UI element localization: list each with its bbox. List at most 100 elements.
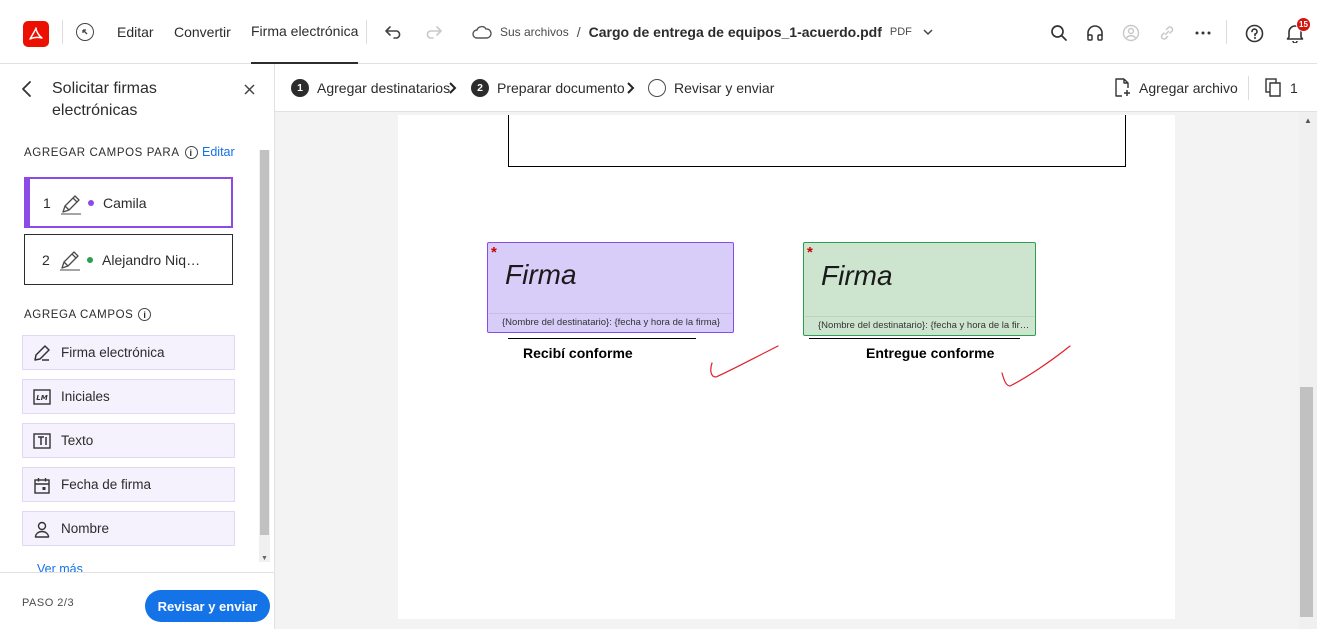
- calendar-icon: [33, 476, 51, 494]
- headphones-icon[interactable]: [1084, 22, 1106, 44]
- field-iniciales[interactable]: LM Iniciales: [22, 379, 235, 414]
- field-label: Firma electrónica: [61, 345, 165, 360]
- step-number: 2: [471, 79, 489, 97]
- svg-text:LM: LM: [36, 394, 47, 402]
- recipient-name: Camila: [103, 194, 147, 211]
- scrollbar-thumb[interactable]: [260, 150, 269, 535]
- review-and-send-button[interactable]: Revisar y enviar: [145, 590, 270, 622]
- notifications-badge: 15: [1296, 17, 1311, 32]
- step-preparar-documento[interactable]: 2 Preparar documento: [471, 78, 625, 98]
- step-revisar-y-enviar[interactable]: Revisar y enviar: [648, 78, 774, 98]
- step-label: Revisar y enviar: [674, 80, 775, 96]
- redo-icon[interactable]: [422, 22, 444, 42]
- history-icon[interactable]: [76, 23, 94, 41]
- required-asterisk: *: [807, 244, 813, 261]
- scrollbar-thumb[interactable]: [1300, 387, 1313, 617]
- acrobat-logo-icon[interactable]: [23, 21, 49, 47]
- signature-line: [809, 338, 1020, 339]
- edit-recipients-link[interactable]: Editar: [202, 145, 235, 159]
- checkmark-icon: [1001, 345, 1071, 387]
- recipient-color-dot: [87, 256, 93, 263]
- caption-recibi-conforme: Recibí conforme: [523, 345, 633, 361]
- add-file-label: Agregar archivo: [1139, 79, 1238, 96]
- file-breadcrumb: Sus archivos / Cargo de entrega de equip…: [472, 22, 934, 42]
- section-label-text: AGREGA CAMPOS: [24, 308, 134, 321]
- step-label: Preparar documento: [497, 80, 625, 96]
- recipient-item-2[interactable]: 2 Alejandro Niquén: [24, 234, 233, 285]
- more-options-icon[interactable]: [1192, 22, 1214, 44]
- chevron-down-icon[interactable]: [922, 28, 934, 36]
- close-icon[interactable]: [244, 82, 255, 100]
- search-icon[interactable]: [1048, 22, 1070, 44]
- field-firma-electronica[interactable]: Firma electrónica: [22, 335, 235, 370]
- signature-line: [508, 338, 696, 339]
- step-number: 1: [291, 79, 309, 97]
- page-count-button[interactable]: 1: [1265, 78, 1298, 97]
- back-chevron-icon[interactable]: [20, 80, 34, 103]
- document-scrollbar[interactable]: ▲: [1299, 112, 1317, 629]
- signature-field-label: Firma: [821, 260, 893, 291]
- field-fecha-de-firma[interactable]: Fecha de firma: [22, 467, 235, 502]
- breadcrumb-separator: /: [576, 24, 581, 40]
- add-user-icon[interactable]: [1120, 22, 1142, 44]
- breadcrumb-root[interactable]: Sus archivos: [500, 25, 569, 39]
- steps-bar: 1 Agregar destinatarios 2 Preparar docum…: [275, 64, 1317, 112]
- nav-firma-electronica[interactable]: Firma electrónica: [251, 0, 359, 64]
- nav-editar[interactable]: Editar: [117, 0, 154, 64]
- signature-field-camila[interactable]: * Firma {Nombre del destinatario}: {fech…: [487, 242, 734, 333]
- document-page[interactable]: * Firma {Nombre del destinatario}: {fech…: [398, 115, 1175, 619]
- toolbar-divider: [1248, 76, 1249, 100]
- caption-entregue-conforme: Entregue conforme: [866, 345, 995, 361]
- toolbar-divider: [62, 20, 63, 44]
- recipient-name: Alejandro Niquén: [102, 251, 207, 268]
- info-icon[interactable]: i: [184, 146, 198, 159]
- panel-scrollbar[interactable]: ▼: [259, 150, 270, 562]
- step-label: Agregar destinatarios: [317, 80, 451, 96]
- field-texto[interactable]: Texto: [22, 423, 235, 458]
- panel-footer: PASO 2/3 Revisar y enviar: [0, 572, 274, 629]
- file-name[interactable]: Cargo de entrega de equipos_1-acuerdo.pd…: [589, 24, 882, 40]
- signature-field-label: Firma: [505, 259, 577, 290]
- recipient-item-1[interactable]: 1 Camila: [24, 177, 233, 228]
- file-type-badge: PDF: [889, 26, 912, 38]
- request-signatures-panel: Solicitar firmas electrónicas AGREGAR CA…: [0, 64, 275, 629]
- add-fields-for-label: AGREGAR CAMPOS PARA i: [24, 146, 198, 159]
- recipient-number: 2: [42, 251, 50, 268]
- field-label: Texto: [61, 433, 94, 448]
- signature-pen-icon: [61, 195, 81, 215]
- field-nombre[interactable]: Nombre: [22, 511, 235, 546]
- document-viewer[interactable]: * Firma {Nombre del destinatario}: {fech…: [275, 112, 1299, 629]
- initials-icon: LM: [33, 388, 51, 406]
- scroll-down-arrow-icon[interactable]: ▼: [261, 555, 268, 562]
- step-indicator: PASO 2/3: [22, 597, 75, 609]
- step-agregar-destinatarios[interactable]: 1 Agregar destinatarios: [291, 78, 450, 98]
- link-icon[interactable]: [1156, 22, 1178, 44]
- toolbar-divider: [1226, 20, 1227, 44]
- signature-pen-icon: [33, 344, 51, 362]
- step-circle-icon: [648, 79, 666, 97]
- text-field-icon: [33, 432, 51, 450]
- checkmark-icon: [710, 345, 779, 378]
- document-table-box: [508, 115, 1126, 167]
- nav-convertir[interactable]: Convertir: [174, 0, 231, 64]
- top-toolbar: Editar Convertir Firma electrónica Sus a…: [0, 0, 1317, 64]
- recipient-number: 1: [43, 194, 51, 211]
- add-file-button[interactable]: Agregar archivo: [1113, 78, 1238, 97]
- field-label: Nombre: [61, 521, 110, 536]
- chevron-right-icon: [627, 82, 635, 94]
- field-label: Iniciales: [61, 389, 110, 404]
- nav-label: Editar: [117, 24, 154, 40]
- add-file-icon: [1115, 78, 1130, 97]
- chevron-right-icon: [449, 82, 457, 94]
- toolbar-divider: [366, 20, 367, 44]
- help-icon[interactable]: [1243, 22, 1265, 44]
- panel-title: Solicitar firmas electrónicas: [52, 80, 157, 119]
- person-icon: [33, 520, 51, 538]
- scroll-up-arrow-icon[interactable]: ▲: [1304, 116, 1312, 125]
- section-label-text: AGREGAR CAMPOS PARA: [24, 146, 180, 159]
- required-asterisk: *: [491, 244, 497, 261]
- signature-field-alejandro[interactable]: * Firma {Nombre del destinatario}: {fech…: [803, 242, 1036, 336]
- nav-label: Convertir: [174, 24, 231, 40]
- undo-icon[interactable]: [383, 22, 405, 42]
- info-icon[interactable]: i: [138, 308, 152, 321]
